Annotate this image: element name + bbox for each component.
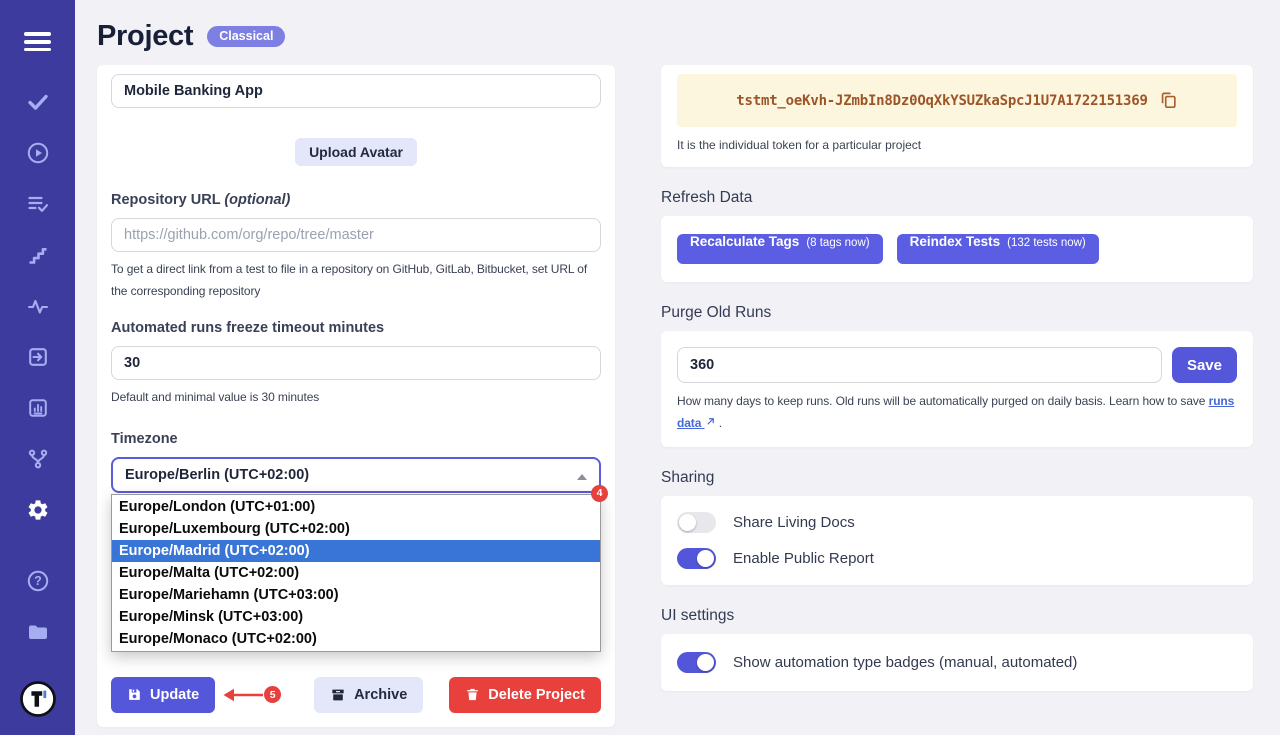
- timezone-selected-value: Europe/Berlin (UTC+02:00): [125, 467, 309, 483]
- timezone-label: Timezone: [111, 431, 601, 447]
- hamburger-menu-icon[interactable]: [24, 28, 51, 56]
- automation-badges-label: Show automation type badges (manual, aut…: [733, 654, 1077, 671]
- right-column: tstmt_oeKvh-JZmbIn8Dz0OqXkYSUZkaSpcJ1U7A…: [661, 65, 1253, 691]
- archive-icon: [330, 687, 346, 703]
- steps-icon[interactable]: [26, 243, 50, 267]
- main-content: Project Classical Upload Avatar Reposito…: [75, 0, 1280, 735]
- timezone-option[interactable]: Europe/Malta (UTC+02:00): [112, 562, 600, 584]
- reindex-tests-button[interactable]: Reindex Tests (132 tests now): [897, 234, 1099, 264]
- sharing-card: Share Living Docs Enable Public Report: [661, 496, 1253, 585]
- timezone-option[interactable]: Europe/Monaco (UTC+02:00): [112, 628, 600, 650]
- purge-old-runs-heading: Purge Old Runs: [661, 304, 1253, 322]
- copy-token-button[interactable]: [1159, 91, 1178, 110]
- pulse-icon[interactable]: [26, 294, 50, 318]
- share-living-docs-label: Share Living Docs: [733, 514, 855, 531]
- import-icon[interactable]: [26, 345, 50, 369]
- recalculate-tags-button[interactable]: Recalculate Tags (8 tags now): [677, 234, 883, 264]
- page-title: Project: [97, 20, 193, 53]
- form-actions: Update 5 Archive Delete Project: [111, 677, 601, 713]
- trash-icon: [465, 687, 480, 702]
- optional-note: (optional): [224, 192, 290, 208]
- analytics-chart-icon[interactable]: [26, 396, 50, 420]
- project-token-value: tstmt_oeKvh-JZmbIn8Dz0OqXkYSUZkaSpcJ1U7A…: [736, 93, 1147, 109]
- git-branch-icon[interactable]: [26, 447, 50, 471]
- update-button[interactable]: Update: [111, 677, 215, 713]
- project-token-card: tstmt_oeKvh-JZmbIn8Dz0OqXkYSUZkaSpcJ1U7A…: [661, 65, 1253, 167]
- freeze-timeout-label: Automated runs freeze timeout minutes: [111, 320, 601, 336]
- refresh-data-card: Recalculate Tags (8 tags now) Reindex Te…: [661, 216, 1253, 282]
- share-living-docs-toggle[interactable]: [677, 512, 716, 533]
- refresh-data-heading: Refresh Data: [661, 189, 1253, 207]
- delete-project-button[interactable]: Delete Project: [449, 677, 601, 713]
- red-arrow-left-icon: [221, 687, 265, 703]
- sharing-heading: Sharing: [661, 469, 1253, 487]
- repository-url-label: Repository URL (optional): [111, 192, 601, 208]
- timezone-select[interactable]: Europe/Berlin (UTC+02:00): [111, 457, 601, 493]
- plans-list-check-icon[interactable]: [26, 192, 50, 216]
- external-link-icon: [705, 416, 716, 427]
- purge-old-runs-card: Save How many days to keep runs. Old run…: [661, 331, 1253, 447]
- ui-settings-card: Show automation type badges (manual, aut…: [661, 634, 1253, 691]
- tests-check-icon[interactable]: [26, 90, 50, 114]
- timezone-option[interactable]: Europe/Luxembourg (UTC+02:00): [112, 518, 600, 540]
- timezone-option-highlighted[interactable]: Europe/Madrid (UTC+02:00): [112, 540, 600, 562]
- enable-public-report-toggle[interactable]: [677, 548, 716, 569]
- save-purge-button[interactable]: Save: [1172, 347, 1237, 383]
- project-name-input[interactable]: [111, 74, 601, 108]
- timezone-dropdown-list: Europe/London (UTC+01:00) Europe/Luxembo…: [111, 494, 601, 652]
- page-header: Project Classical: [97, 20, 1253, 53]
- automation-badges-row: Show automation type badges (manual, aut…: [677, 652, 1237, 673]
- projects-folder-icon[interactable]: [26, 620, 50, 644]
- repository-help-text: To get a direct link from a test to file…: [111, 259, 601, 302]
- copy-icon: [1159, 91, 1178, 110]
- purge-help-text: How many days to keep runs. Old runs wil…: [677, 391, 1237, 434]
- archive-button[interactable]: Archive: [314, 677, 423, 713]
- upload-avatar-button[interactable]: Upload Avatar: [295, 138, 417, 166]
- svg-text:?: ?: [34, 574, 42, 588]
- enable-public-report-row: Enable Public Report: [677, 548, 1237, 569]
- annotation-arrow: 5: [221, 686, 281, 703]
- settings-gear-icon[interactable]: [26, 498, 50, 522]
- timezone-option[interactable]: Europe/London (UTC+01:00): [112, 496, 600, 518]
- project-settings-card: Upload Avatar Repository URL (optional) …: [97, 65, 615, 727]
- timezone-option[interactable]: Europe/Minsk (UTC+03:00): [112, 606, 600, 628]
- automation-badges-toggle[interactable]: [677, 652, 716, 673]
- freeze-timeout-input[interactable]: [111, 346, 601, 380]
- token-strip: tstmt_oeKvh-JZmbIn8Dz0OqXkYSUZkaSpcJ1U7A…: [677, 74, 1237, 127]
- token-caption: It is the individual token for a particu…: [677, 138, 1237, 152]
- annotation-step-5-badge: 5: [264, 686, 281, 703]
- purge-days-input[interactable]: [677, 347, 1162, 383]
- project-type-badge: Classical: [207, 26, 285, 48]
- timezone-option[interactable]: Europe/Mariehamn (UTC+03:00): [112, 584, 600, 606]
- timezone-select-wrap: Europe/Berlin (UTC+02:00) 4 Europe/Londo…: [111, 457, 601, 493]
- sidebar: ?: [0, 0, 75, 735]
- annotation-step-4-badge: 4: [591, 485, 608, 502]
- select-collapse-arrow-icon: [577, 474, 587, 480]
- freeze-help-text: Default and minimal value is 30 minutes: [111, 387, 601, 409]
- help-circle-icon[interactable]: ?: [26, 569, 50, 593]
- ui-settings-heading: UI settings: [661, 607, 1253, 625]
- repository-url-input[interactable]: [111, 218, 601, 252]
- app-logo[interactable]: [20, 681, 56, 717]
- save-icon: [127, 687, 142, 702]
- share-living-docs-row: Share Living Docs: [677, 512, 1237, 533]
- runs-play-icon[interactable]: [26, 141, 50, 165]
- enable-public-report-label: Enable Public Report: [733, 550, 874, 567]
